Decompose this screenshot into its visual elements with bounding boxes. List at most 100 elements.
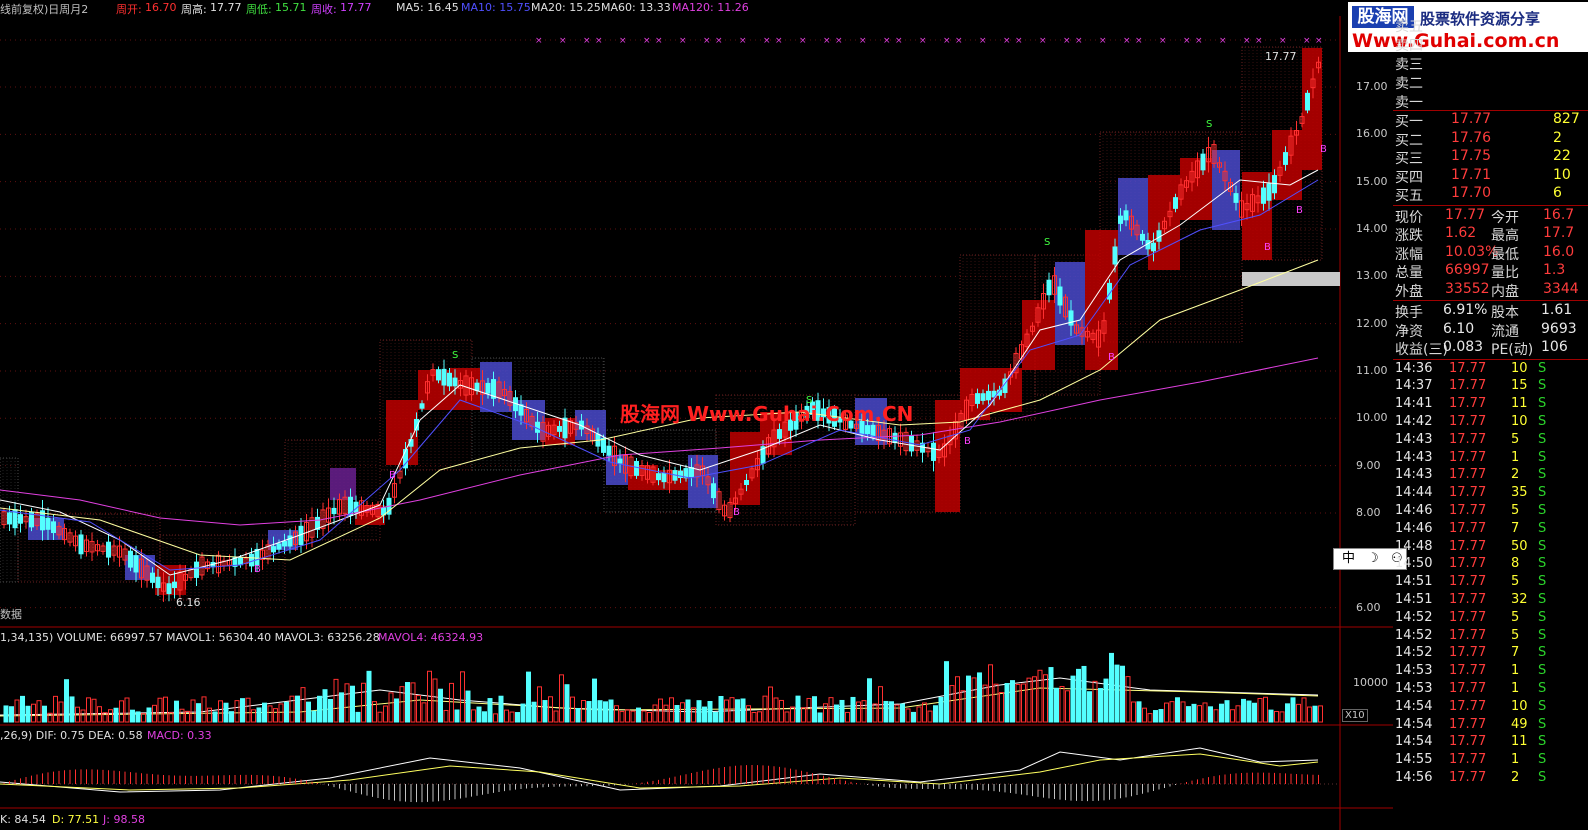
tick-time: 14:51 <box>1395 574 1433 590</box>
top-marker: × <box>895 36 903 46</box>
volume-bar <box>548 696 553 723</box>
top-marker: × <box>1099 36 1107 46</box>
candle-body <box>1283 152 1288 165</box>
volume-bar <box>438 688 443 723</box>
volume-bar <box>515 712 520 723</box>
quote-row: 涨跌 1.62 最高 17.7 <box>1393 225 1588 244</box>
top-marker: × <box>979 36 987 46</box>
candle-body <box>1200 153 1206 171</box>
volume-bar <box>982 684 988 723</box>
tick-price: 17.77 <box>1449 680 1487 696</box>
bid-label: 买五 <box>1395 188 1423 204</box>
ime-mode[interactable]: 中 <box>1342 551 1355 566</box>
candle-body <box>1305 92 1310 111</box>
candle-body <box>1272 175 1277 194</box>
volume-bar <box>1004 683 1010 723</box>
tick-row: 14:53 17.77 1 S <box>1393 681 1588 699</box>
top-marker: × <box>703 36 711 46</box>
top-marker: × <box>955 36 963 46</box>
volume-bar <box>1059 686 1065 723</box>
volume-bar <box>784 711 790 723</box>
volume-bar <box>812 696 817 723</box>
volume-bar <box>779 699 784 723</box>
quote-panel: 卖五 卖四 卖三 卖二 卖一 买一 17.77 827 买二 17.76 2 买三 17.75 22 买四 1… <box>1393 16 1588 830</box>
tick-volume: 10 <box>1511 360 1528 376</box>
tick-side: S <box>1538 467 1547 483</box>
volume-bar <box>889 701 894 723</box>
tick-volume: 32 <box>1511 591 1528 607</box>
volume-bar <box>900 703 905 723</box>
volume-bar <box>108 709 113 723</box>
volume-bar <box>102 712 108 723</box>
tick-side: S <box>1538 485 1547 501</box>
volume-bar <box>185 710 190 723</box>
volume-bar <box>977 672 982 723</box>
volume-bar <box>1224 700 1230 723</box>
ask-label: 卖四 <box>1395 38 1423 54</box>
fundamental-row: 换手 6.91% 股本 1.61 <box>1393 302 1588 321</box>
volume-bar <box>1114 664 1120 723</box>
volume-bar <box>1257 698 1263 723</box>
volume-bar <box>31 703 36 723</box>
tick-time: 14:44 <box>1395 485 1433 501</box>
volume-bar <box>933 705 938 723</box>
candle-body <box>562 417 568 439</box>
volume-bar <box>735 699 740 723</box>
volume-bar <box>581 700 586 723</box>
volume-bar <box>1015 683 1021 723</box>
fundamental-value: 6.91% <box>1443 302 1488 318</box>
tick-volume: 35 <box>1511 485 1528 501</box>
volume-bar <box>575 708 581 723</box>
tick-row: 14:46 17.77 5 S <box>1393 503 1588 521</box>
tick-side: S <box>1538 591 1547 607</box>
volume-bar <box>317 695 322 723</box>
top-marker: × <box>619 36 627 46</box>
fundamental-row: 净资 6.10 流通 9693 <box>1393 321 1588 340</box>
candle-body <box>194 561 199 578</box>
buy-signal: B <box>1296 205 1303 216</box>
weekly-block <box>330 468 356 500</box>
tick-volume: 1 <box>1511 680 1520 696</box>
volume-bar <box>1219 703 1224 723</box>
candle-body <box>986 390 991 401</box>
volume-bar <box>449 682 454 723</box>
volume-bar <box>751 711 757 723</box>
tick-side: S <box>1538 663 1547 679</box>
quote-value: 3344 <box>1543 280 1579 297</box>
volume-bar <box>1175 697 1180 723</box>
top-marker: × <box>1243 36 1251 46</box>
tick-side: S <box>1538 431 1547 447</box>
moon-icon[interactable]: ☽ <box>1367 551 1379 566</box>
volume-bar <box>834 704 839 723</box>
tick-time: 14:54 <box>1395 698 1433 714</box>
tick-side: S <box>1538 574 1547 590</box>
top-marker: × <box>1255 36 1263 46</box>
candle-body <box>1046 279 1052 296</box>
ask-label: 卖一 <box>1395 95 1423 111</box>
tick-row: 14:52 17.77 5 S <box>1393 628 1588 646</box>
volume-bar <box>64 679 69 723</box>
volume-bar <box>619 711 625 723</box>
volume-bar <box>201 696 207 723</box>
quote-row: 现价 17.77 今开 16.7 <box>1393 207 1588 226</box>
bid-row: 买二 17.76 2 <box>1393 130 1588 149</box>
ask-label: 卖三 <box>1395 57 1423 73</box>
candle-body <box>45 517 51 530</box>
top-marker: × <box>835 36 843 46</box>
top-marker: × <box>1015 36 1023 46</box>
top-marker: × <box>1135 36 1143 46</box>
volume-axis-label: 10000 <box>1353 676 1388 689</box>
tick-time: 14:54 <box>1395 734 1433 750</box>
tick-side: S <box>1538 378 1547 394</box>
volume-bar <box>702 706 707 723</box>
tick-time: 14:41 <box>1395 396 1433 412</box>
volume-bar <box>1158 709 1164 723</box>
candle-body <box>452 377 458 387</box>
top-marker: × <box>643 36 651 46</box>
candle-body <box>1233 193 1239 203</box>
top-marker: × <box>763 36 771 46</box>
volume-bar <box>130 709 135 723</box>
fundamental-label: 净资 <box>1395 323 1423 340</box>
tick-price: 17.77 <box>1449 502 1487 518</box>
fundamental-label: 收益(三) <box>1395 342 1448 358</box>
